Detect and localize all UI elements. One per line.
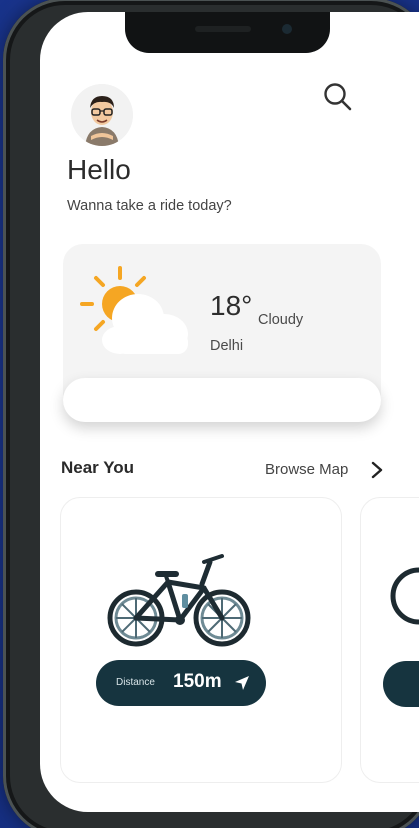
navigation-arrow-icon [233,674,251,697]
search-icon [324,83,352,111]
bicycle-image [104,548,254,663]
bike-card-next[interactable] [360,497,419,783]
background: Hello Wanna take a ride today? 18° Cloud… [0,0,419,828]
chevron-right-icon[interactable] [370,461,384,484]
greeting-title: Hello [67,154,131,185]
distance-value: 150m [173,671,222,692]
partly-cloudy-icon [76,262,196,367]
browse-map-link[interactable]: Browse Map [265,461,348,478]
distance-label: Distance [116,677,155,688]
front-camera [282,24,292,34]
weather-city: Delhi [210,338,244,354]
distance-badge-partial [383,661,419,707]
section-title-near-you: Near You [61,458,135,477]
speaker-grille [195,26,251,32]
avatar[interactable] [71,84,133,146]
avatar-icon [71,84,133,146]
weather-action-button[interactable] [63,378,381,422]
temperature: 18° [210,290,253,321]
search-button[interactable] [321,80,355,114]
phone-frame: Hello Wanna take a ride today? 18° Cloud… [3,0,419,828]
greeting-subtitle: Wanna take a ride today? [67,198,232,214]
distance-badge[interactable]: Distance 150m [96,660,266,706]
app-screen: Hello Wanna take a ride today? 18° Cloud… [40,12,419,812]
weather-condition: Cloudy [258,312,304,328]
phone-notch [125,12,330,53]
